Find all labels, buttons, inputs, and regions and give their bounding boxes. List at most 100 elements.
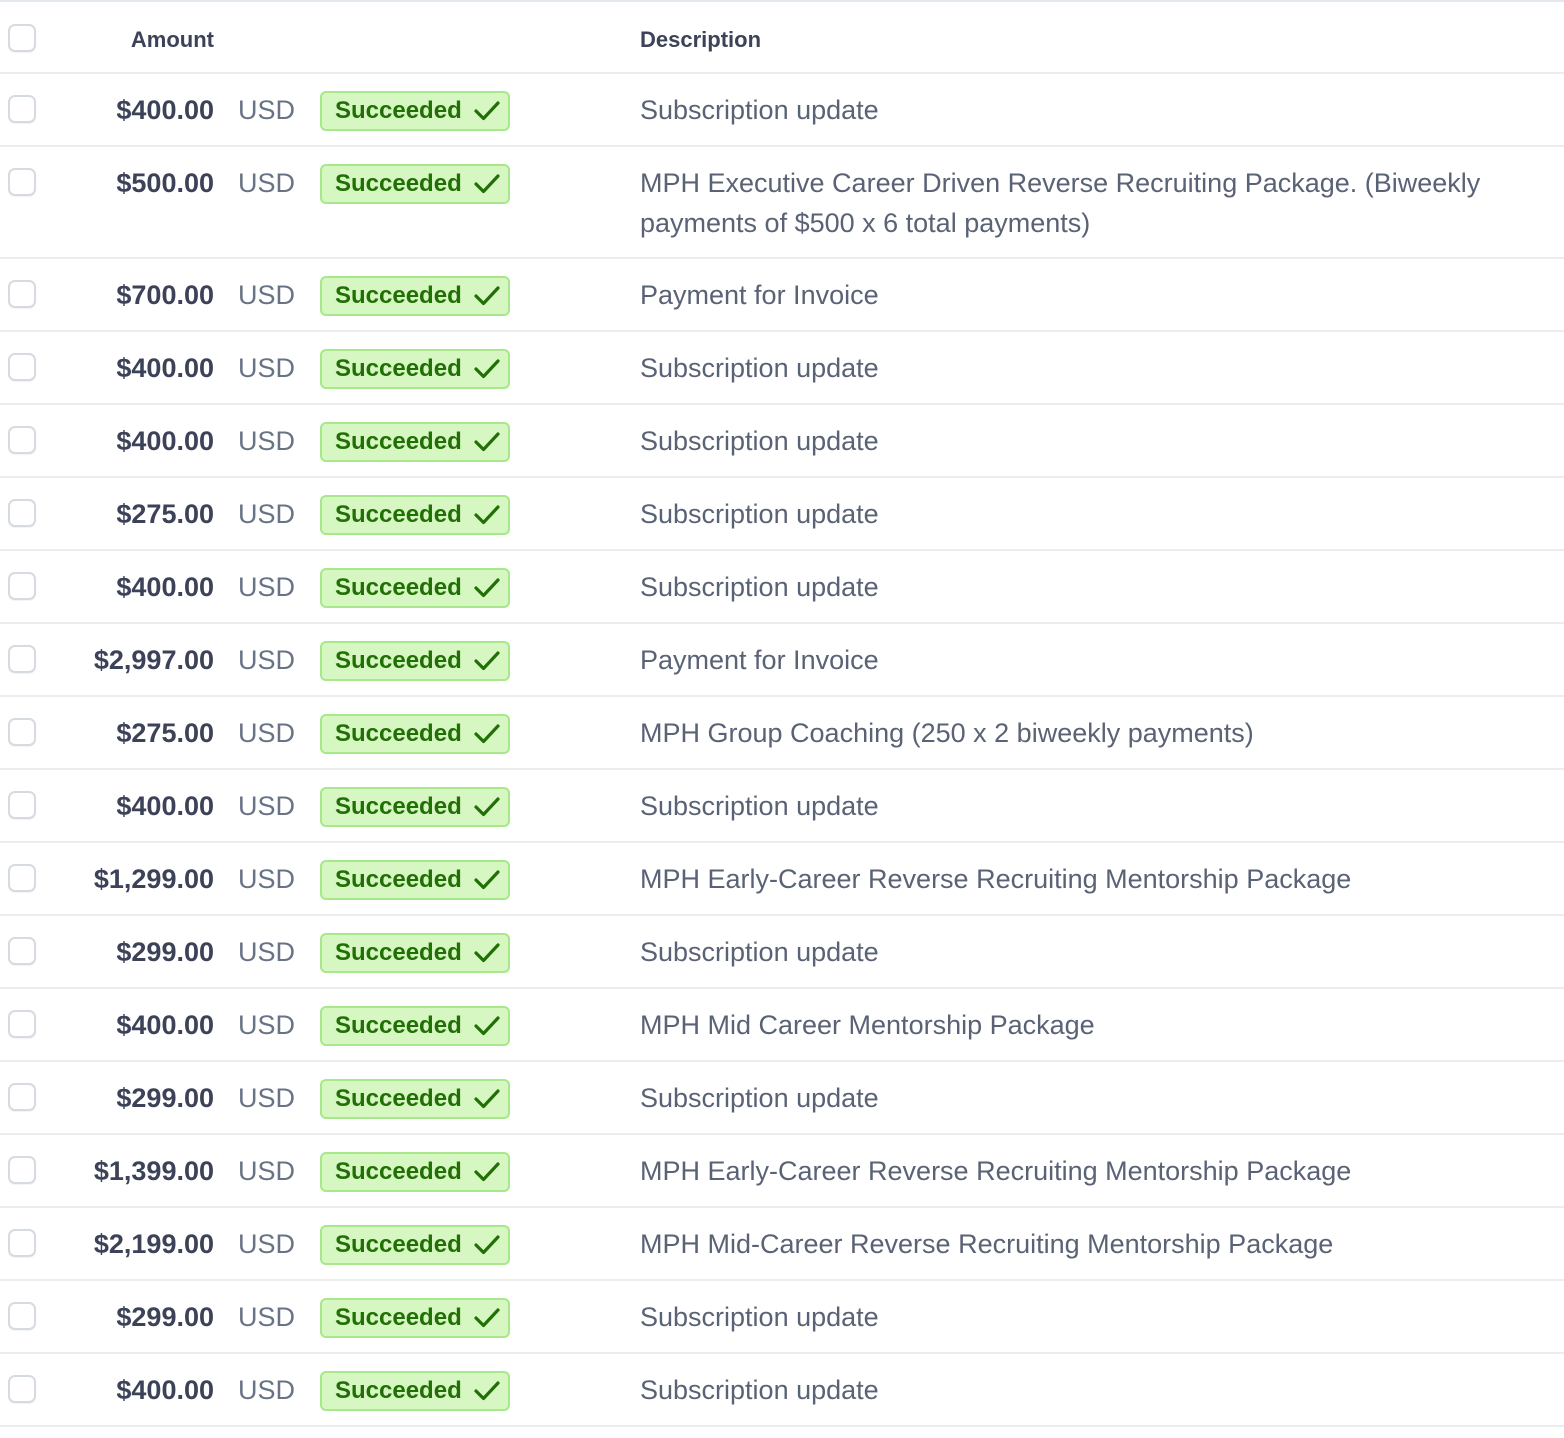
- status-badge-label: Succeeded: [335, 720, 462, 747]
- table-row[interactable]: $400.00 USD Succeeded MPH Mid Career Mentor…: [0, 989, 1564, 1062]
- row-checkbox[interactable]: [8, 937, 36, 965]
- status-badge-label: Succeeded: [335, 1304, 462, 1331]
- payment-currency: USD: [238, 864, 296, 894]
- payment-amount: $400.00: [116, 95, 214, 125]
- payment-description: MPH Executive Career Driven Reverse Recr…: [640, 168, 1481, 238]
- payment-currency: USD: [238, 645, 296, 675]
- status-badge: Succeeded: [320, 164, 510, 204]
- row-checkbox[interactable]: [8, 280, 36, 308]
- checkmark-icon: [474, 1308, 500, 1328]
- select-all-checkbox[interactable]: [8, 24, 36, 52]
- payment-amount: $400.00: [116, 353, 214, 383]
- payment-currency: USD: [238, 791, 296, 821]
- row-checkbox[interactable]: [8, 864, 36, 892]
- row-checkbox[interactable]: [8, 426, 36, 454]
- row-checkbox[interactable]: [8, 353, 36, 381]
- table-row[interactable]: $1,299.00 USD Succeeded MPH Early-Career Re…: [0, 843, 1564, 916]
- checkmark-icon: [474, 1162, 500, 1182]
- payment-currency: USD: [238, 280, 296, 310]
- column-header-amount[interactable]: Amount: [131, 25, 214, 55]
- payment-amount: $2,997.00: [93, 645, 214, 675]
- table-row[interactable]: $400.00 USD Succeeded Subscription update: [0, 1354, 1564, 1427]
- payment-amount: $1,299.00: [93, 864, 214, 894]
- table-row[interactable]: $400.00 USD Succeeded Subscription update: [0, 770, 1564, 843]
- row-checkbox[interactable]: [8, 572, 36, 600]
- checkmark-icon: [474, 101, 500, 121]
- status-badge-label: Succeeded: [335, 1158, 462, 1185]
- status-badge: Succeeded: [320, 641, 510, 681]
- payment-description: MPH Early-Career Reverse Recruiting Ment…: [640, 1156, 1352, 1186]
- table-row[interactable]: $1,399.00 USD Succeeded MPH Early-Career Re…: [0, 1135, 1564, 1208]
- payment-description: Payment for Invoice: [640, 645, 879, 675]
- row-checkbox[interactable]: [8, 791, 36, 819]
- payment-currency: USD: [238, 95, 296, 125]
- payment-currency: USD: [238, 1156, 296, 1186]
- row-checkbox[interactable]: [8, 1010, 36, 1038]
- table-row[interactable]: $700.00 USD Succeeded Payment for Invoice: [0, 259, 1564, 332]
- row-checkbox[interactable]: [8, 1302, 36, 1330]
- payment-currency: USD: [238, 1083, 296, 1113]
- table-row[interactable]: $400.00 USD Succeeded Subscription update: [0, 332, 1564, 405]
- table-header-row: Amount Description: [0, 2, 1564, 74]
- row-checkbox[interactable]: [8, 1156, 36, 1184]
- table-row[interactable]: $299.00 USD Succeeded Subscription update: [0, 916, 1564, 989]
- payment-amount: $400.00: [116, 791, 214, 821]
- column-header-description[interactable]: Description: [640, 25, 761, 55]
- status-badge: Succeeded: [320, 1298, 510, 1338]
- checkmark-icon: [474, 1089, 500, 1109]
- row-checkbox[interactable]: [8, 1229, 36, 1257]
- row-checkbox[interactable]: [8, 718, 36, 746]
- status-badge: Succeeded: [320, 349, 510, 389]
- checkmark-icon: [474, 797, 500, 817]
- status-badge: Succeeded: [320, 1079, 510, 1119]
- status-badge: Succeeded: [320, 714, 510, 754]
- payment-description: Subscription update: [640, 353, 879, 383]
- table-row[interactable]: $400.00 USD Succeeded Subscription update: [0, 405, 1564, 478]
- checkmark-icon: [474, 174, 500, 194]
- table-row[interactable]: $275.00 USD Succeeded Subscription update: [0, 478, 1564, 551]
- status-badge-label: Succeeded: [335, 355, 462, 382]
- table-row[interactable]: $2,997.00 USD Succeeded Payment for Invoice: [0, 624, 1564, 697]
- status-badge-label: Succeeded: [335, 939, 462, 966]
- table-row[interactable]: $400.00 USD Succeeded Subscription update: [0, 74, 1564, 147]
- table-row[interactable]: $299.00 USD Succeeded Subscription update: [0, 1281, 1564, 1354]
- payment-amount: $400.00: [116, 1375, 214, 1405]
- payment-description: Subscription update: [640, 426, 879, 456]
- row-checkbox[interactable]: [8, 1083, 36, 1111]
- payment-amount: $275.00: [116, 718, 214, 748]
- payment-currency: USD: [238, 1229, 296, 1259]
- payment-amount: $700.00: [116, 280, 214, 310]
- checkmark-icon: [474, 578, 500, 598]
- table-body: $400.00 USD Succeeded Subscription update $5…: [0, 74, 1564, 1427]
- payment-currency: USD: [238, 426, 296, 456]
- status-badge-label: Succeeded: [335, 97, 462, 124]
- payment-amount: $275.00: [116, 499, 214, 529]
- payment-description: Subscription update: [640, 791, 879, 821]
- row-checkbox[interactable]: [8, 1375, 36, 1403]
- status-badge: Succeeded: [320, 495, 510, 535]
- checkmark-icon: [474, 943, 500, 963]
- row-checkbox[interactable]: [8, 645, 36, 673]
- row-checkbox[interactable]: [8, 95, 36, 123]
- table-row[interactable]: $2,199.00 USD Succeeded MPH Mid-Career Reve…: [0, 1208, 1564, 1281]
- payment-amount: $400.00: [116, 1010, 214, 1040]
- status-badge-label: Succeeded: [335, 574, 462, 601]
- status-badge: Succeeded: [320, 933, 510, 973]
- row-checkbox[interactable]: [8, 499, 36, 527]
- table-row[interactable]: $400.00 USD Succeeded Subscription update: [0, 551, 1564, 624]
- payment-currency: USD: [238, 499, 296, 529]
- checkmark-icon: [474, 1016, 500, 1036]
- table-row[interactable]: $299.00 USD Succeeded Subscription update: [0, 1062, 1564, 1135]
- payment-description: Subscription update: [640, 572, 879, 602]
- payment-amount: $400.00: [116, 426, 214, 456]
- payment-currency: USD: [238, 1302, 296, 1332]
- table-row[interactable]: $500.00 USD Succeeded MPH Executive Career …: [0, 147, 1564, 259]
- table-row[interactable]: $275.00 USD Succeeded MPH Group Coaching (2…: [0, 697, 1564, 770]
- status-badge-label: Succeeded: [335, 1377, 462, 1404]
- row-checkbox[interactable]: [8, 168, 36, 196]
- payment-amount: $2,199.00: [93, 1229, 214, 1259]
- payment-currency: USD: [238, 572, 296, 602]
- status-badge: Succeeded: [320, 1225, 510, 1265]
- status-badge-label: Succeeded: [335, 170, 462, 197]
- status-badge-label: Succeeded: [335, 1012, 462, 1039]
